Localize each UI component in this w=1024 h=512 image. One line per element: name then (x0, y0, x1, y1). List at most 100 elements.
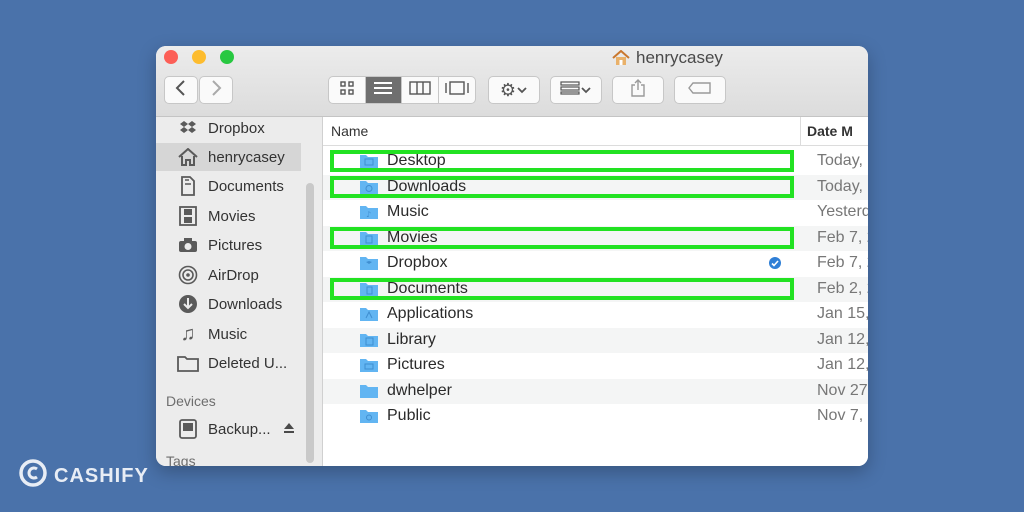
download-icon (176, 293, 200, 315)
table-row[interactable]: Pictures Jan 12, (323, 353, 868, 379)
table-row[interactable]: dwhelper Nov 27, (323, 378, 868, 404)
file-date: Today, (817, 177, 863, 195)
table-row[interactable]: Applications Jan 15, (323, 302, 868, 328)
window-title: henrycasey (612, 48, 723, 68)
sidebar-item-deleted[interactable]: Deleted U... (156, 349, 301, 377)
airdrop-icon (176, 264, 200, 286)
dropbox-icon (176, 117, 200, 139)
back-button[interactable] (164, 76, 198, 104)
chevron-down-icon (516, 81, 528, 99)
file-name: Music (387, 203, 429, 220)
sidebar-item-music[interactable]: ♫ Music (156, 320, 301, 348)
camera-icon (176, 234, 200, 256)
file-date: Feb 7, 2 (817, 228, 868, 246)
sidebar-item-dropbox[interactable]: Dropbox (156, 117, 301, 142)
finder-window: henrycasey ⚙ Dropbox henrycasey Document… (156, 46, 868, 466)
music-note-icon: ♫ (180, 322, 196, 345)
sidebar-item-downloads[interactable]: Downloads (156, 290, 301, 318)
sync-icon (768, 256, 782, 275)
file-date: Feb 2, 2 (817, 279, 868, 297)
highlight-box-desktop (330, 150, 794, 172)
sidebar-item-label: Pictures (208, 236, 263, 254)
action-menu-button[interactable]: ⚙ (488, 76, 540, 104)
file-date: Jan 15, (817, 305, 868, 322)
share-button[interactable] (612, 76, 664, 104)
file-date: Yesterd (817, 203, 868, 220)
file-date: Jan 12, (817, 356, 868, 373)
folder-icon (359, 255, 379, 276)
table-row[interactable]: Dropbox Feb 7, 2 (323, 251, 868, 277)
file-name: Public (387, 407, 431, 424)
table-row[interactable]: Library Jan 12, (323, 327, 868, 353)
table-row[interactable]: Public Nov 7, (323, 404, 868, 430)
sidebar-item-label: AirDrop (208, 266, 259, 284)
sidebar-item-henrycasey[interactable]: henrycasey (156, 143, 301, 171)
group-by-button[interactable] (550, 76, 602, 104)
watermark-text: CASHIFY (54, 464, 149, 487)
grid-group-icon (560, 80, 580, 100)
column-divider[interactable] (800, 117, 801, 145)
sidebar-scrollbar[interactable] (306, 183, 314, 463)
sidebar-item-documents[interactable]: Documents (156, 172, 301, 200)
sidebar-item-label: Dropbox (208, 119, 265, 137)
svg-text:♪: ♪ (366, 210, 371, 219)
window-title-text: henrycasey (636, 48, 723, 67)
folder-icon (359, 408, 379, 429)
sidebar-item-label: henrycasey (208, 148, 285, 166)
share-icon (630, 78, 646, 102)
highlight-box-movies (330, 227, 794, 249)
home-icon (176, 146, 200, 168)
file-date: Nov 7, (817, 407, 864, 424)
chevron-right-icon (210, 79, 222, 101)
sidebar: Dropbox henrycasey Documents Movies Pict… (156, 117, 323, 466)
folder-icon (359, 306, 379, 327)
column-view-icon (409, 80, 431, 100)
disk-icon (176, 418, 200, 440)
forward-button[interactable] (199, 76, 233, 104)
file-name: Library (387, 330, 436, 348)
folder-icon (359, 383, 379, 404)
view-mode-control[interactable] (328, 76, 476, 104)
folder-icon (176, 352, 200, 374)
icon-view-button[interactable] (329, 77, 366, 103)
column-view-button[interactable] (402, 77, 439, 103)
sidebar-item-airdrop[interactable]: AirDrop (156, 261, 301, 289)
file-date: Feb 7, 2 (817, 254, 868, 271)
folder-icon (359, 357, 379, 378)
zoom-button[interactable] (220, 50, 234, 64)
sidebar-item-label: Deleted U... (208, 354, 288, 372)
gallery-view-button[interactable] (439, 77, 475, 103)
sidebar-item-label: Downloads (208, 295, 283, 313)
list-view-button[interactable] (365, 77, 402, 103)
icon-view-icon (340, 80, 354, 100)
sidebar-item-label: Backup... (208, 420, 271, 438)
close-button[interactable] (164, 50, 178, 64)
gear-icon: ⚙ (499, 79, 517, 100)
file-date: Today, (817, 152, 863, 169)
sidebar-item-movies[interactable]: Movies (156, 202, 301, 230)
tags-heading: Tags (166, 453, 196, 466)
cashify-logo-icon (18, 458, 48, 494)
list-view-icon (373, 81, 393, 100)
file-date: Jan 12, (817, 330, 868, 348)
sidebar-item-backup[interactable]: Backup... (156, 415, 301, 443)
folder-icon: ♪ (359, 204, 379, 225)
file-name: Applications (387, 305, 474, 322)
sidebar-item-pictures[interactable]: Pictures (156, 231, 301, 259)
highlight-box-downloads (330, 176, 794, 198)
tag-button[interactable] (674, 76, 726, 104)
eject-icon[interactable] (283, 421, 295, 438)
document-icon (176, 175, 200, 197)
file-date: Nov 27, (817, 381, 868, 399)
chevron-down-icon (580, 81, 592, 99)
file-name: Dropbox (387, 254, 448, 271)
minimize-button[interactable] (192, 50, 206, 64)
date-column-header[interactable]: Date M (807, 123, 853, 139)
file-name: dwhelper (387, 381, 452, 399)
chevron-left-icon (175, 79, 187, 101)
table-row[interactable]: ♪ Music Yesterd (323, 200, 868, 226)
name-column-header[interactable]: Name (331, 123, 368, 139)
film-icon (176, 205, 200, 227)
home-icon (612, 50, 630, 66)
file-name: Pictures (387, 356, 445, 373)
